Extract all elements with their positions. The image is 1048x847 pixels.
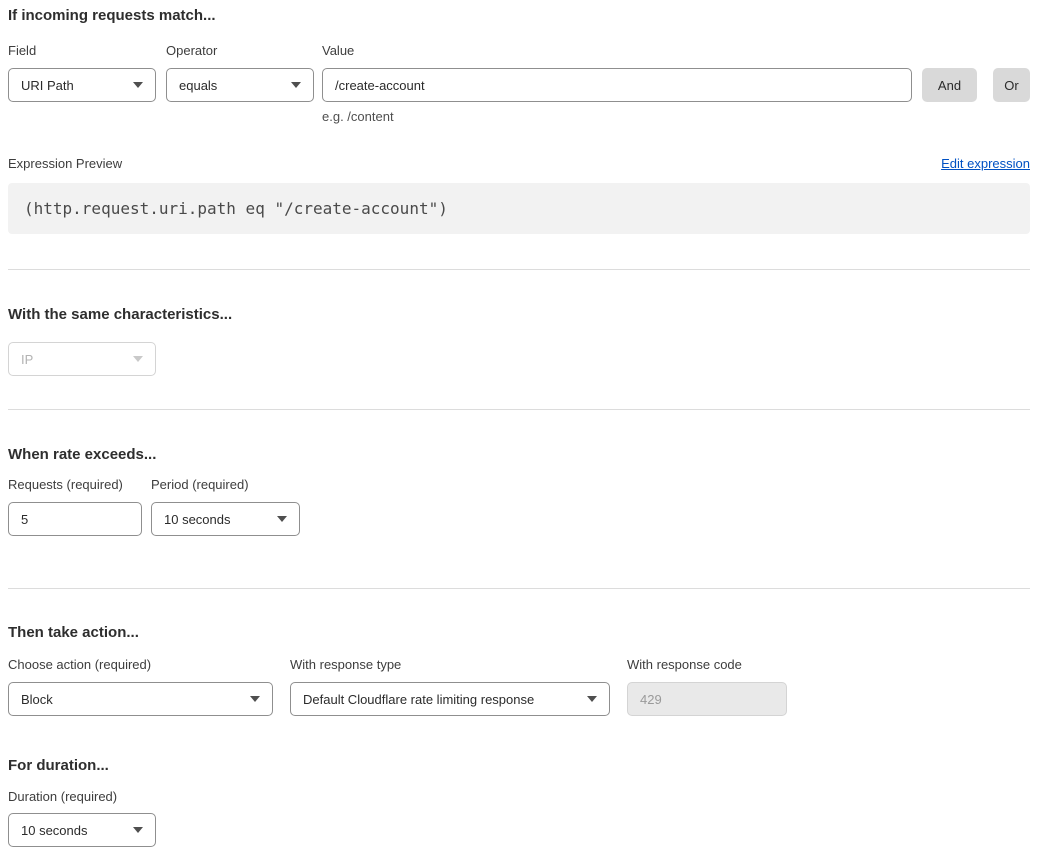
value-label: Value: [322, 43, 912, 59]
chevron-down-icon: [291, 82, 301, 88]
chevron-down-icon: [133, 827, 143, 833]
rate-row: Requests (required) Period (required) 10…: [8, 477, 1030, 536]
rate-section-title: When rate exceeds...: [8, 446, 1030, 463]
field-select-value: URI Path: [21, 78, 74, 93]
action-row: Choose action (required) Block With resp…: [8, 657, 1030, 716]
duration-label: Duration (required): [8, 789, 156, 805]
condition-buttons: And Or: [912, 68, 1030, 102]
rate-limit-rule-form: If incoming requests match... Field URI …: [0, 0, 1048, 847]
period-select-value: 10 seconds: [164, 512, 231, 527]
choose-action-select[interactable]: Block: [8, 682, 273, 716]
choose-action-select-value: Block: [21, 692, 53, 707]
operator-column: Operator equals: [166, 43, 314, 102]
match-section-title: If incoming requests match...: [8, 7, 1030, 24]
operator-select[interactable]: equals: [166, 68, 314, 102]
expression-preview-label: Expression Preview: [8, 156, 122, 172]
characteristics-section-title: With the same characteristics...: [8, 306, 1030, 323]
period-select[interactable]: 10 seconds: [151, 502, 300, 536]
choose-action-column: Choose action (required) Block: [8, 657, 273, 716]
response-code-label: With response code: [627, 657, 787, 673]
operator-select-value: equals: [179, 78, 217, 93]
match-condition-row: Field URI Path Operator equals Value e.g…: [8, 43, 1030, 124]
period-label: Period (required): [151, 477, 300, 493]
characteristic-column: IP: [8, 342, 156, 376]
chevron-down-icon: [250, 696, 260, 702]
chevron-down-icon: [133, 356, 143, 362]
chevron-down-icon: [133, 82, 143, 88]
response-type-select[interactable]: Default Cloudflare rate limiting respons…: [290, 682, 610, 716]
section-divider: [8, 409, 1030, 410]
section-divider: [8, 588, 1030, 589]
field-select[interactable]: URI Path: [8, 68, 156, 102]
value-input[interactable]: [322, 68, 912, 102]
expression-preview-header: Expression Preview Edit expression: [8, 156, 1030, 172]
and-button[interactable]: And: [922, 68, 977, 102]
expression-code: (http.request.uri.path eq "/create-accou…: [24, 199, 448, 218]
field-label: Field: [8, 43, 156, 59]
duration-column: Duration (required) 10 seconds: [8, 789, 156, 847]
section-divider: [8, 269, 1030, 270]
operator-label: Operator: [166, 43, 314, 59]
response-code-input: [627, 682, 787, 716]
chevron-down-icon: [277, 516, 287, 522]
response-code-column: With response code: [627, 657, 787, 716]
requests-label: Requests (required): [8, 477, 142, 493]
chevron-down-icon: [587, 696, 597, 702]
characteristic-select: IP: [8, 342, 156, 376]
response-type-label: With response type: [290, 657, 610, 673]
duration-select-value: 10 seconds: [21, 823, 88, 838]
duration-section-title: For duration...: [8, 757, 1030, 774]
or-button[interactable]: Or: [993, 68, 1030, 102]
edit-expression-link[interactable]: Edit expression: [941, 156, 1030, 172]
requests-input[interactable]: [8, 502, 142, 536]
period-column: Period (required) 10 seconds: [151, 477, 300, 536]
value-hint: e.g. /content: [322, 109, 912, 124]
choose-action-label: Choose action (required): [8, 657, 273, 673]
action-section-title: Then take action...: [8, 624, 1030, 641]
response-type-select-value: Default Cloudflare rate limiting respons…: [303, 692, 534, 707]
field-column: Field URI Path: [8, 43, 156, 102]
requests-column: Requests (required): [8, 477, 142, 536]
response-type-column: With response type Default Cloudflare ra…: [290, 657, 610, 716]
expression-preview-box: (http.request.uri.path eq "/create-accou…: [8, 183, 1030, 234]
value-column: Value e.g. /content: [322, 43, 912, 124]
characteristic-select-value: IP: [21, 352, 33, 367]
